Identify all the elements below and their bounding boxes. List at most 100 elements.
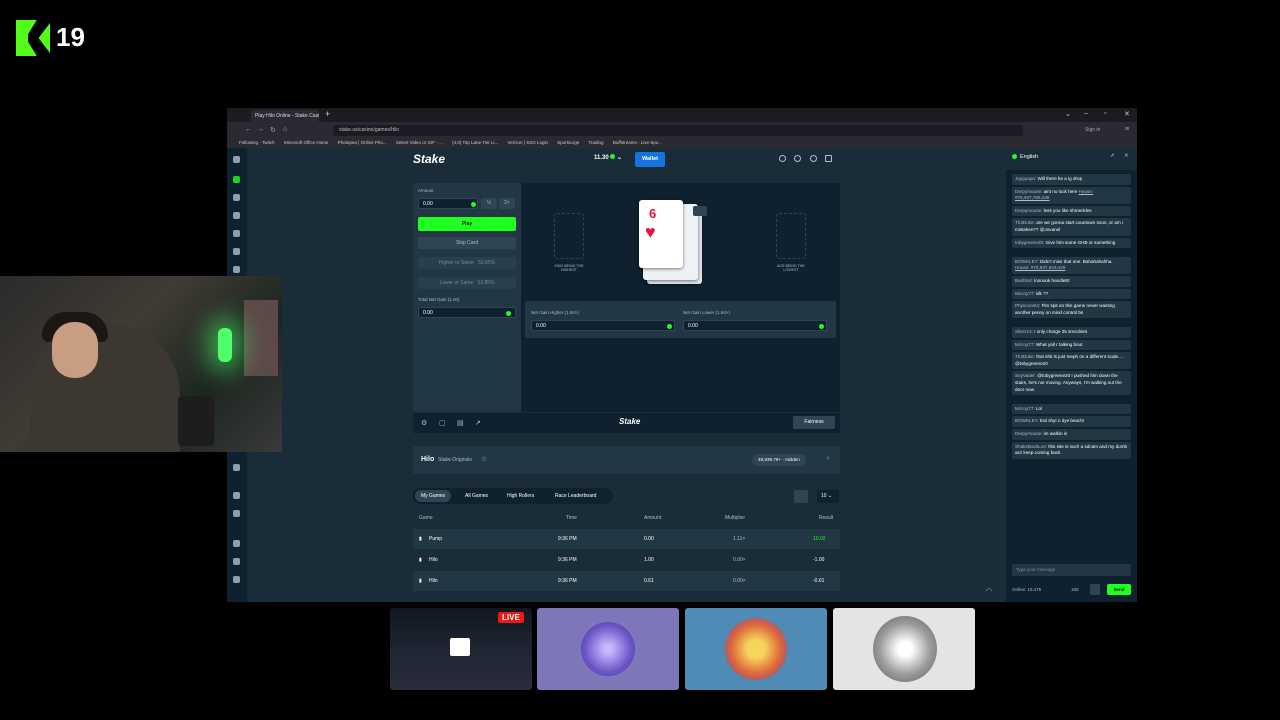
address-bar[interactable]: stake.us/casino/games/hilo bbox=[333, 125, 1023, 136]
stake-logo[interactable]: Stake bbox=[413, 152, 445, 166]
fairness-button[interactable]: Fairness bbox=[793, 416, 835, 429]
stats-icon[interactable]: ▤ bbox=[457, 419, 464, 427]
chat-username[interactable]: BOWKLEY: bbox=[1015, 418, 1039, 423]
bookmark[interactable]: Trading bbox=[588, 140, 603, 145]
popout-icon[interactable]: ⇗ bbox=[1110, 153, 1115, 159]
bookmark[interactable]: Buffstreams - Live Spo... bbox=[613, 140, 662, 145]
table-row[interactable]: ▮ Pump 9:36 PM 0.00 1.11× 10.02 bbox=[413, 529, 840, 549]
skip-card-button[interactable]: Skip Card bbox=[418, 237, 516, 249]
user-icon[interactable] bbox=[794, 155, 801, 162]
back-icon[interactable]: ← bbox=[245, 126, 252, 133]
tab-all-games[interactable]: All Games bbox=[459, 490, 494, 502]
maximize-icon[interactable]: ▫ bbox=[1104, 110, 1106, 117]
chat-username[interactable]: Derpymouse: bbox=[1015, 208, 1042, 213]
chat-username[interactable]: tobygreene20: bbox=[1015, 240, 1044, 245]
bookmark[interactable]: Verizon | SSO Login bbox=[508, 140, 548, 145]
bet-link[interactable]: House: #75,937,843,429 bbox=[1015, 265, 1065, 270]
chat-username[interactable]: Th3Duke: bbox=[1015, 354, 1035, 359]
bookmark[interactable]: Photopea | Online Pho... bbox=[338, 140, 387, 145]
chat-input[interactable]: Type your message bbox=[1012, 564, 1131, 576]
rules-icon[interactable] bbox=[1090, 584, 1100, 595]
table-row[interactable]: ▮ Hilo 9:36 PM 0.61 0.00× -0.61 bbox=[413, 571, 840, 591]
document-icon[interactable] bbox=[233, 510, 240, 517]
tab-high-rollers[interactable]: High Rollers bbox=[501, 490, 540, 502]
chat-username[interactable]: Mccoy77: bbox=[1015, 291, 1035, 296]
game-icon: ▮ bbox=[419, 536, 422, 542]
bookmark[interactable]: Following - Twitch bbox=[239, 140, 275, 145]
thumbnail-avatar-l[interactable] bbox=[537, 608, 679, 690]
grid-icon[interactable] bbox=[233, 266, 240, 273]
amount-input[interactable]: 0.00 bbox=[418, 198, 478, 209]
page-size-select[interactable]: 10 ⌄ bbox=[817, 490, 839, 503]
chat-username[interactable]: Mccoy77: bbox=[1015, 342, 1035, 347]
close-icon[interactable]: ✕ bbox=[1124, 110, 1130, 118]
casino-icon[interactable] bbox=[233, 176, 240, 183]
play-button[interactable]: Play bbox=[418, 217, 516, 231]
chat-username[interactable]: SoyVader: bbox=[1015, 373, 1036, 378]
chat-text: im walkin in bbox=[1043, 431, 1068, 436]
sign-in-button[interactable]: Sign in bbox=[1085, 127, 1100, 133]
headset-icon[interactable]: ◠ bbox=[986, 587, 992, 595]
forward-icon[interactable]: → bbox=[257, 126, 264, 133]
chat-username[interactable]: Mccoy77: bbox=[1015, 406, 1035, 411]
search-icon[interactable] bbox=[779, 155, 786, 162]
half-button[interactable]: ½ bbox=[481, 198, 497, 209]
chevron-right-icon[interactable]: › bbox=[827, 455, 829, 462]
bookmark[interactable]: (4,0) Top Lane Tier Li... bbox=[452, 140, 498, 145]
handshake-icon[interactable] bbox=[233, 540, 240, 547]
thumbnail-live-stream[interactable]: LIVE bbox=[390, 608, 532, 690]
close-icon[interactable]: ✕ bbox=[1124, 153, 1129, 159]
reload-icon[interactable]: ↻ bbox=[270, 126, 276, 134]
chat-username[interactable]: Jayguapo: bbox=[1015, 176, 1036, 181]
chat-username[interactable]: Physcoonto: bbox=[1015, 303, 1040, 308]
calendar-icon[interactable] bbox=[794, 490, 808, 503]
menu-icon[interactable] bbox=[233, 156, 240, 163]
headset-icon[interactable] bbox=[233, 576, 240, 583]
chart-icon[interactable]: ↗ bbox=[475, 419, 481, 427]
menu-icon[interactable]: ≡ bbox=[1125, 126, 1129, 133]
double-button[interactable]: 2× bbox=[499, 198, 515, 209]
bookmark[interactable]: Sportsurge bbox=[557, 140, 579, 145]
chat-username[interactable]: Derpymouse: bbox=[1015, 189, 1042, 194]
chat-username[interactable]: Silver13: bbox=[1015, 329, 1033, 334]
star-icon[interactable]: ☆ bbox=[481, 455, 487, 463]
sports-icon[interactable] bbox=[233, 194, 240, 201]
browser-tab[interactable]: Play Hilo Online - Stake Casi bbox=[251, 110, 319, 122]
players-badge[interactable]: 49,939.79+ · Hidden bbox=[752, 454, 806, 466]
language-select[interactable]: English bbox=[1020, 154, 1038, 160]
new-tab-icon[interactable]: + bbox=[325, 109, 330, 119]
bookmark[interactable]: Select Video or GIF - ... bbox=[396, 140, 443, 145]
lower-button[interactable]: Lower or Same 53.85% bbox=[418, 277, 516, 289]
chat-username[interactable]: Th3Duke: bbox=[1015, 220, 1035, 225]
row-amount: 1.00 bbox=[644, 557, 654, 563]
balance[interactable]: 11.30 ⌄ bbox=[594, 154, 622, 161]
thumbnail-avatar-sketch[interactable] bbox=[833, 608, 975, 690]
gift-icon[interactable] bbox=[233, 492, 240, 499]
home-icon[interactable]: ⌂ bbox=[283, 126, 287, 133]
theatre-icon[interactable]: ▢ bbox=[439, 419, 446, 427]
shield-icon[interactable] bbox=[233, 558, 240, 565]
minimize-icon[interactable]: – bbox=[1084, 110, 1088, 117]
chat-username[interactable]: Derpymouse: bbox=[1015, 431, 1042, 436]
star-icon[interactable] bbox=[233, 212, 240, 219]
bell-icon[interactable] bbox=[810, 155, 817, 162]
clock-icon[interactable] bbox=[233, 230, 240, 237]
table-row[interactable]: ▮ Hilo 9:36 PM 1.00 0.00× -1.00 bbox=[413, 550, 840, 570]
tab-race-leaderboard[interactable]: Race Leaderboard bbox=[549, 490, 602, 502]
total-net-gain-input[interactable]: 0.00 bbox=[418, 307, 516, 318]
gear-icon[interactable]: ⚙ bbox=[421, 419, 427, 427]
chat-username[interactable]: Bashlnd: bbox=[1015, 278, 1033, 283]
chat-username[interactable]: BOWKLEY: bbox=[1015, 259, 1039, 264]
tab-my-games[interactable]: My Games bbox=[415, 490, 452, 502]
history-icon[interactable] bbox=[693, 206, 707, 216]
wallet-button[interactable]: Wallet bbox=[635, 152, 665, 167]
thumbnail-avatar-cartoon[interactable] bbox=[685, 608, 827, 690]
grid-icon[interactable] bbox=[233, 464, 240, 471]
chevron-down-icon[interactable]: ⌄ bbox=[1065, 110, 1071, 118]
chat-icon[interactable] bbox=[825, 155, 832, 162]
higher-button[interactable]: Higher or Same 53.85% bbox=[418, 257, 516, 269]
send-button[interactable]: Send bbox=[1107, 584, 1131, 595]
bookmark[interactable]: Microsoft Office Home bbox=[284, 140, 328, 145]
trophy-icon[interactable] bbox=[233, 248, 240, 255]
chat-username[interactable]: ShakeBackLos: bbox=[1015, 444, 1047, 449]
